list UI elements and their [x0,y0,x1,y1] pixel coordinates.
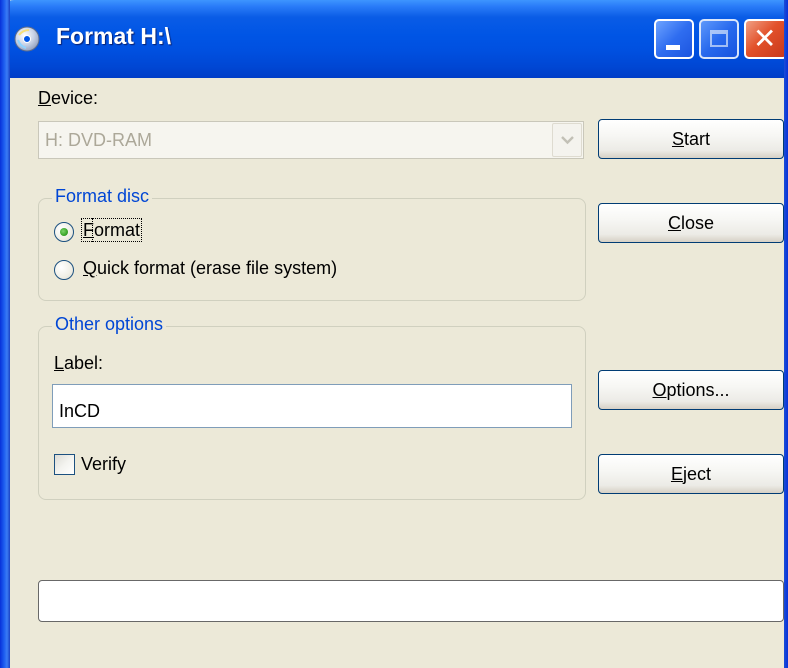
chevron-down-icon [561,136,574,145]
other-options-legend: Other options [52,314,167,335]
device-label: Device: [38,88,99,108]
window-frame-right [784,0,788,668]
format-disc-legend: Format disc [52,186,153,207]
options-button[interactable]: Options... [598,370,784,410]
verify-checkbox-label[interactable]: Verify [81,454,126,475]
format-disc-group [38,198,586,301]
format-radio[interactable] [54,222,74,242]
close-button[interactable]: Close [598,203,784,243]
device-select[interactable]: H: DVD-RAM [38,121,584,159]
format-progress-bar [38,580,784,622]
close-window-button[interactable]: ✕ [744,19,788,59]
quick-format-radio[interactable] [54,260,74,280]
radio-selected-dot [60,228,68,236]
format-radio-label[interactable]: Format [80,218,143,242]
window-frame-left [0,0,10,668]
maximize-icon [710,30,728,47]
quick-format-radio-label[interactable]: Quick format (erase file system) [83,258,337,279]
title-bar[interactable]: Format H:\ ✕ [0,0,788,78]
eject-button[interactable]: Eject [598,454,784,494]
minimize-button[interactable] [654,19,694,59]
minimize-icon [666,45,680,50]
volume-label-caption: Label: [54,353,104,373]
window-title: Format H:\ [56,23,171,49]
verify-checkbox[interactable] [54,454,75,475]
device-select-value: H: DVD-RAM [45,130,152,150]
format-dialog-window: Format H:\ ✕ Device: H: DVD-RAM Start Cl… [0,0,788,668]
volume-label-input[interactable] [52,384,572,428]
maximize-button[interactable] [699,19,739,59]
close-icon: ✕ [753,23,777,54]
device-dropdown-button[interactable] [552,123,582,157]
disc-icon [14,26,40,52]
start-button[interactable]: Start [598,119,784,159]
